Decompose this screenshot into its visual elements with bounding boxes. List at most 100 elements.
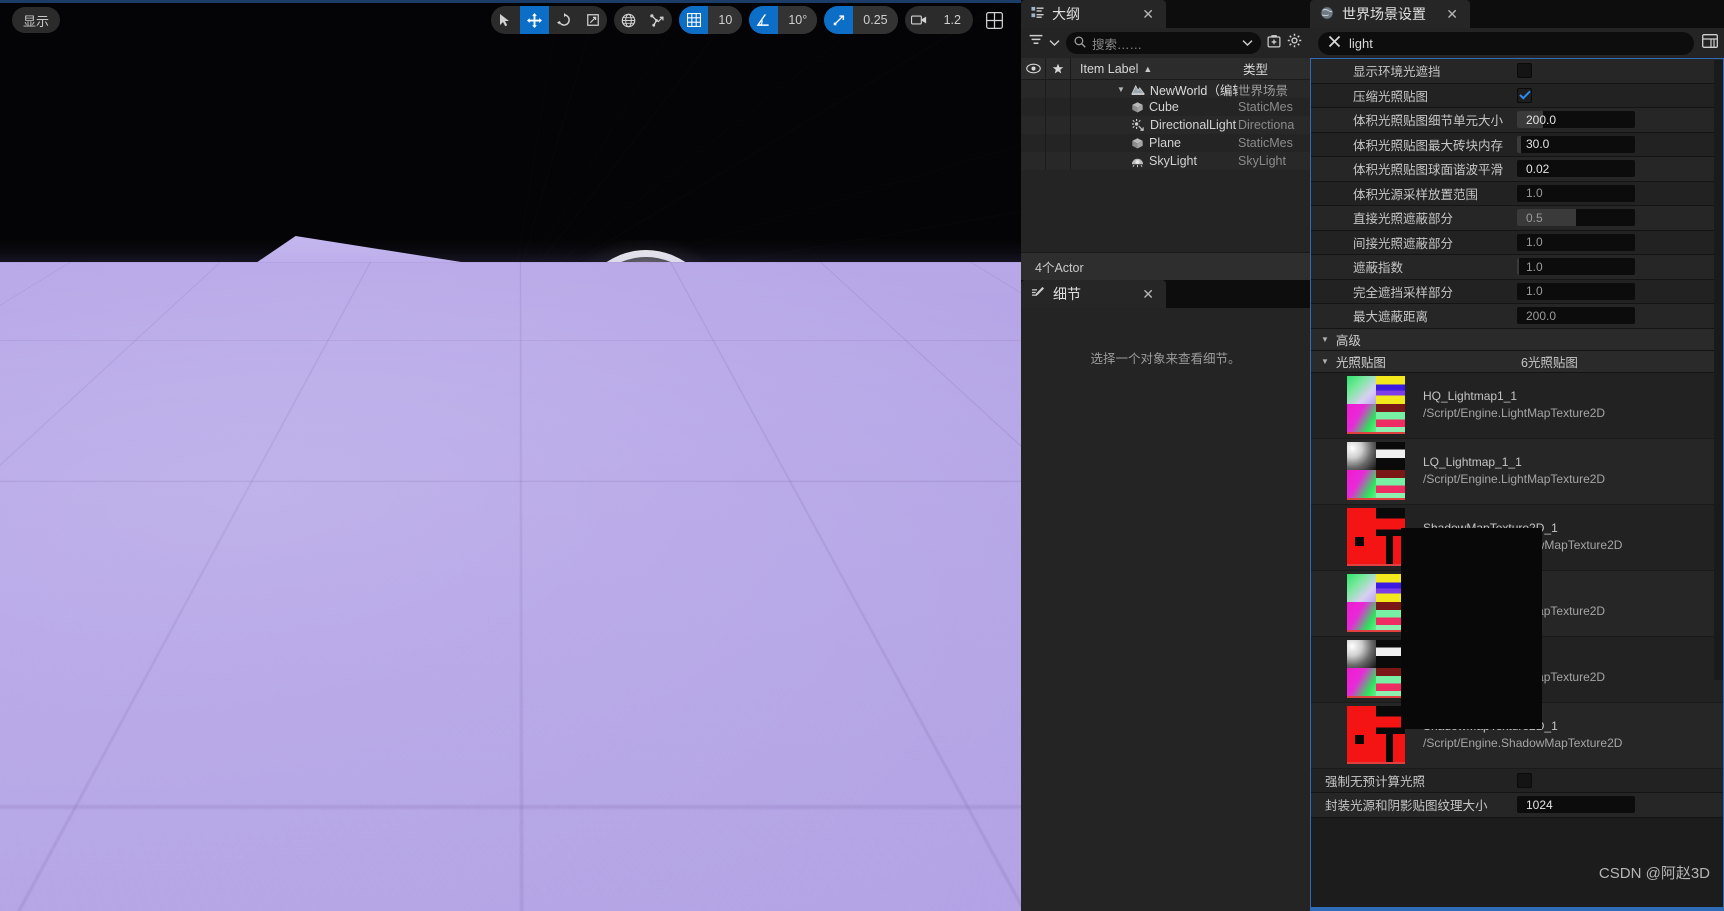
section-lightmaps[interactable]: ▼ 光照贴图 6光照贴图 [1311, 350, 1723, 373]
checkbox-unchecked[interactable] [1517, 63, 1532, 79]
cube-mesh[interactable] [110, 230, 530, 600]
number-input[interactable]: 1024 [1517, 796, 1635, 814]
number-input[interactable]: 1.0 [1517, 282, 1635, 300]
column-settings-icon[interactable] [1702, 33, 1718, 54]
scale-tool-button[interactable] [578, 6, 607, 34]
add-folder-icon[interactable] [1267, 34, 1281, 53]
lightmap-row[interactable]: HQ_Lightmap1_1/Script/Engine.LightMapTex… [1311, 372, 1723, 439]
close-icon[interactable]: ✕ [1142, 287, 1154, 301]
viewport-toolbar: 显示 10 10° 0.25 1.2 [0, 0, 1021, 40]
lightmap-thumbnail[interactable] [1347, 376, 1405, 434]
lightmap-text: HQ_Lightmap1_1/Script/Engine.LightMapTex… [1405, 388, 1605, 422]
property-value: 0.5 [1509, 209, 1723, 227]
number-input[interactable]: 1.0 [1517, 258, 1635, 276]
property-row[interactable]: 遮蔽指数 1.0 [1311, 255, 1723, 280]
property-row[interactable]: 体积光照贴图细节单元大小 200.0 [1311, 108, 1723, 133]
number-input[interactable]: 0.02 [1517, 160, 1635, 178]
details-empty-message: 选择一个对象来查看细节。 [1090, 352, 1241, 366]
scale-snap-icon[interactable] [824, 6, 854, 34]
outliner-row-name[interactable]: Plane [1071, 136, 1238, 150]
checkbox-checked[interactable] [1517, 87, 1532, 103]
property-row[interactable]: 最大遮蔽距离 200.0 [1311, 304, 1723, 329]
select-tool-button[interactable] [491, 6, 520, 34]
outliner-row-name[interactable]: Cube [1071, 100, 1238, 114]
checkbox-unchecked[interactable] [1517, 772, 1532, 788]
grid-icon[interactable] [679, 6, 709, 34]
section-advanced[interactable]: ▼ 高级 [1311, 328, 1723, 351]
chevron-down-icon[interactable] [1242, 36, 1253, 50]
gear-icon[interactable] [1287, 33, 1302, 53]
world-space-button[interactable] [614, 6, 643, 34]
outliner-search-input[interactable]: 搜索…… [1066, 32, 1261, 54]
property-row[interactable]: 间接光照遮蔽部分 1.0 [1311, 230, 1723, 255]
expander-icon[interactable]: ▼ [1321, 357, 1329, 366]
chevron-down-icon[interactable] [1049, 34, 1060, 52]
outliner-actor-count: 4个Actor [1021, 252, 1310, 280]
close-icon[interactable]: ✕ [1142, 7, 1154, 21]
property-row[interactable]: 显示环境光遮挡 [1311, 59, 1723, 84]
eye-icon[interactable] [1021, 57, 1046, 80]
lightmap-thumbnail[interactable] [1347, 508, 1405, 566]
outliner-row-name[interactable]: DirectionalLight [1071, 118, 1238, 132]
thumbnail-quadrant [1347, 668, 1376, 696]
property-row[interactable]: 封装光源和阴影贴图纹理大小 1024 [1311, 793, 1723, 818]
tab-outliner[interactable]: 大纲 ✕ [1021, 0, 1166, 28]
surface-snap-button[interactable] [643, 6, 672, 34]
clear-x-icon[interactable] [1328, 35, 1341, 51]
level-viewport[interactable]: 显示 10 10° 0.25 1.2 [0, 0, 1021, 911]
thumbnail-quadrant [1376, 470, 1405, 498]
property-row[interactable]: 强制无预计算光照 [1311, 768, 1723, 793]
slider-fill [1517, 258, 1520, 276]
world-settings-property-list[interactable]: 显示环境光遮挡 压缩光照贴图 体积光照贴图细节单元大小 200.0 体积光照贴图最大砖块… [1310, 58, 1724, 908]
column-header-type[interactable]: 类型 [1238, 59, 1310, 78]
property-row[interactable]: 体积光照贴图球面谐波平滑 0.02 [1311, 157, 1723, 182]
tab-details[interactable]: 细节 ✕ [1021, 280, 1166, 308]
world-settings-search-input[interactable]: light [1318, 31, 1694, 55]
outliner-row-name[interactable]: SkyLight [1071, 154, 1238, 168]
expander-icon[interactable]: ▼ [1321, 335, 1329, 344]
number-input[interactable]: 1.0 [1517, 184, 1635, 202]
camera-icon[interactable] [905, 6, 934, 34]
expander-icon[interactable]: ▼ [1117, 85, 1125, 94]
section-value: 6光照贴图 [1520, 355, 1578, 370]
number-input[interactable]: 30.0 [1517, 135, 1635, 153]
column-header-item-label[interactable]: Item Label ▲ [1071, 62, 1238, 76]
angle-snap-value[interactable]: 10° [778, 6, 818, 34]
grid-snap-value[interactable]: 10 [708, 6, 743, 34]
tab-world-settings[interactable]: 世界场景设置 ✕ [1310, 0, 1470, 28]
lightmap-thumbnail[interactable] [1347, 706, 1405, 764]
angle-icon[interactable] [749, 6, 779, 34]
show-flags-button[interactable]: 显示 [12, 7, 61, 33]
camera-speed-value[interactable]: 1.2 [934, 6, 973, 34]
rotate-tool-button[interactable] [549, 6, 578, 34]
star-icon[interactable] [1046, 57, 1071, 80]
property-row[interactable]: 体积光源采样放置范围 1.0 [1311, 181, 1723, 206]
lightmap-thumbnail[interactable] [1347, 442, 1405, 500]
filter-icon[interactable] [1029, 34, 1043, 52]
viewport-layout-icon[interactable] [980, 6, 1009, 34]
outliner-row-name[interactable]: ▼ NewWorld（编辑器） [1071, 80, 1238, 99]
sky-light-icon [1131, 155, 1144, 168]
lightmap-thumbnail[interactable] [1347, 640, 1405, 698]
world-settings-search-row: light [1310, 28, 1724, 58]
number-input[interactable]: 1.0 [1517, 233, 1635, 251]
light-actor-widget[interactable] [546, 240, 746, 400]
lightmap-row[interactable]: ShadowMapTexture2D_1/Script/Engine.Shado… [1311, 702, 1723, 769]
outliner-row[interactable]: SkyLight SkyLight [1021, 150, 1310, 172]
property-row[interactable]: 直接光照遮蔽部分 0.5 [1311, 206, 1723, 231]
close-icon[interactable]: ✕ [1446, 7, 1458, 21]
row-visibility-toggle[interactable] [1021, 150, 1046, 172]
number-input[interactable]: 200.0 [1517, 307, 1635, 325]
property-row[interactable]: 压缩光照贴图 [1311, 83, 1723, 108]
row-pin-toggle[interactable] [1046, 150, 1071, 172]
property-row[interactable]: 体积光照贴图最大砖块内存（MB） 30.0 [1311, 132, 1723, 157]
lightmap-thumbnail[interactable] [1347, 574, 1405, 632]
lightmap-row[interactable]: LQ_Lightmap_1_1/Script/Engine.LightMapTe… [1311, 438, 1723, 505]
number-input[interactable]: 200.0 [1517, 111, 1635, 129]
camera-speed-group[interactable]: 1.2 [904, 6, 973, 34]
number-input[interactable]: 0.5 [1517, 209, 1635, 227]
scale-snap-value[interactable]: 0.25 [853, 6, 898, 34]
property-row[interactable]: 完全遮挡采样部分 1.0 [1311, 279, 1723, 304]
world-settings-scrollbar[interactable] [1714, 60, 1723, 680]
move-tool-button[interactable] [520, 6, 550, 34]
